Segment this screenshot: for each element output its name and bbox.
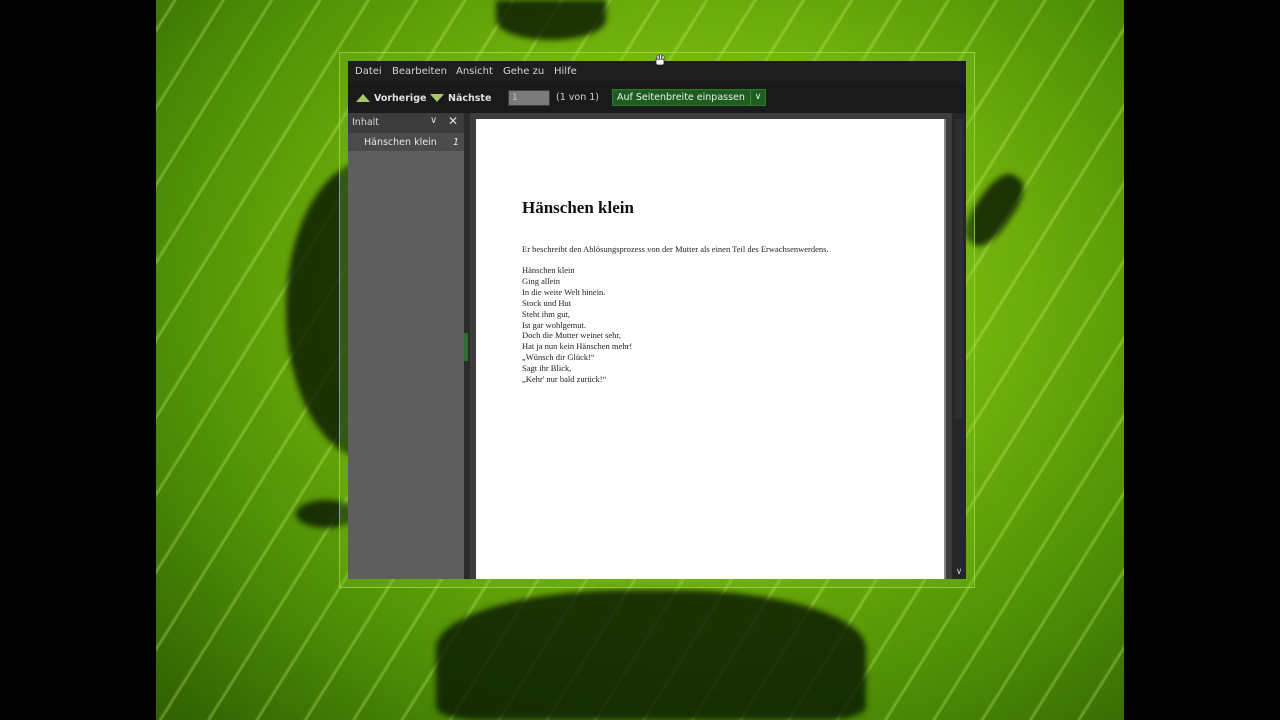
vertical-scrollbar[interactable]: ∨ xyxy=(952,113,966,579)
poem-line: Steht ihm gut, xyxy=(522,308,570,319)
poem-text: Hänschen klein Ging allein In die weite … xyxy=(522,265,632,385)
previous-page-label: Vorherige xyxy=(374,92,427,104)
document-intro: Er beschreibt den Ablösungsprozess von d… xyxy=(522,244,829,254)
toc-item-page: 1 xyxy=(452,137,459,148)
poem-line: „Wünsch dir Glück!“ xyxy=(522,352,595,363)
poem-line: Hat ja nun kein Hänschen mehr! xyxy=(522,341,633,352)
previous-page-button[interactable]: Vorherige xyxy=(356,88,426,108)
menu-ansicht[interactable]: Ansicht xyxy=(456,66,493,77)
poem-line: Ist gar wohlgemut. xyxy=(522,319,586,330)
scroll-down-chevron-icon[interactable]: ∨ xyxy=(952,567,966,577)
letterbox-right xyxy=(1124,0,1280,720)
next-page-button[interactable]: Nächste xyxy=(430,88,491,108)
zoom-select-value: Auf Seitenbreite einpassen xyxy=(617,92,745,103)
poem-line: Doch die Mutter weinet sehr, xyxy=(522,330,622,341)
poem-line: „Kehr' nur bald zurück!“ xyxy=(522,374,607,385)
poem-line: Hänschen klein xyxy=(522,265,575,275)
menu-gehe-zu[interactable]: Gehe zu xyxy=(503,66,544,77)
sidebar: Inhalt ∨ ✕ Hänschen klein 1 xyxy=(348,113,464,579)
document-page: Hänschen klein Er beschreibt den Ablösun… xyxy=(476,119,944,579)
menu-datei[interactable]: Datei xyxy=(355,66,382,77)
scrollbar-thumb[interactable] xyxy=(955,119,963,419)
document-viewer-window: Datei Bearbeiten Ansicht Gehe zu Hilfe V… xyxy=(348,61,966,579)
poem-line: Stock und Hut xyxy=(522,297,572,308)
letterbox-left xyxy=(0,0,156,720)
toc-item[interactable]: Hänschen klein 1 xyxy=(348,133,464,151)
zoom-select[interactable]: Auf Seitenbreite einpassen ∨ xyxy=(612,89,766,106)
sidebar-dropdown-chevron-icon[interactable]: ∨ xyxy=(430,115,437,126)
poem-line: Ging allein xyxy=(522,275,561,286)
sidebar-header: Inhalt ∨ ✕ xyxy=(348,113,464,133)
chevron-down-icon: ∨ xyxy=(750,90,765,105)
menu-hilfe[interactable]: Hilfe xyxy=(554,66,577,77)
arrow-up-icon xyxy=(356,94,370,102)
close-icon[interactable]: ✕ xyxy=(448,114,458,128)
hand-cursor-icon xyxy=(655,54,665,66)
document-title: Hänschen klein xyxy=(522,198,634,217)
page-number-input[interactable]: 1 xyxy=(508,90,550,106)
sidebar-title: Inhalt xyxy=(352,117,380,128)
toc-item-label: Hänschen klein xyxy=(364,137,437,148)
frog-shadow-top xyxy=(496,0,606,40)
document-view[interactable]: Hänschen klein Er beschreibt den Ablösun… xyxy=(470,113,952,579)
page-count-label: (1 von 1) xyxy=(556,92,599,103)
frog-shadow-foot xyxy=(436,590,866,720)
poem-line: Sagt ihr Blick, xyxy=(522,363,572,374)
arrow-down-icon xyxy=(430,94,444,102)
next-page-label: Nächste xyxy=(448,92,492,104)
splitter-grip[interactable] xyxy=(464,333,468,361)
menu-bearbeiten[interactable]: Bearbeiten xyxy=(392,66,447,77)
poem-line: In die weite Welt hinein. xyxy=(522,286,606,297)
